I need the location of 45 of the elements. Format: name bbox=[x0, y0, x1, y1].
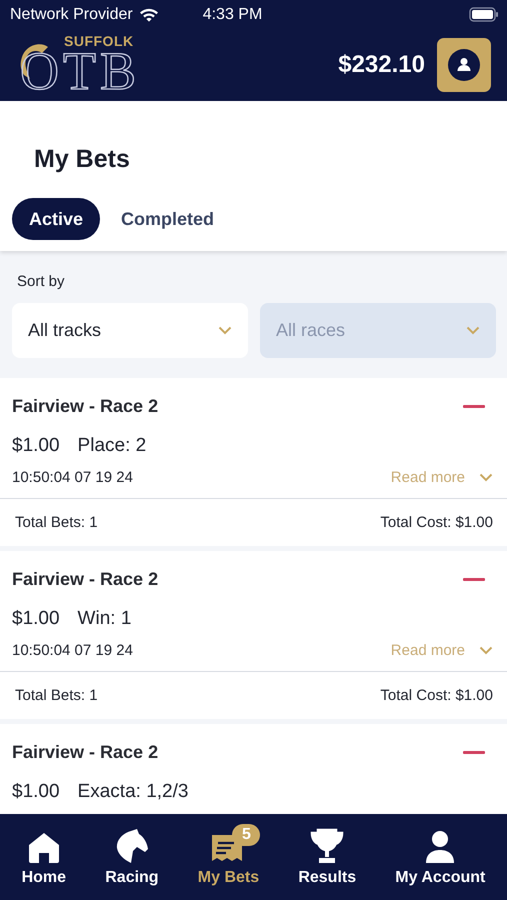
bet-selection: Exacta: 1,2/3 bbox=[78, 781, 188, 803]
total-bets: Total Bets: 1 bbox=[15, 687, 98, 704]
clock-time: 4:33 PM bbox=[202, 6, 262, 24]
tab[interactable]: Active bbox=[12, 198, 100, 240]
chevron-icon bbox=[218, 326, 232, 335]
account-balance: $232.10 bbox=[338, 51, 425, 79]
horse-head-icon bbox=[114, 828, 149, 864]
person-icon bbox=[425, 830, 456, 864]
wifi-icon bbox=[138, 7, 159, 22]
chevron-icon bbox=[479, 473, 493, 482]
nav-item[interactable]: 5 My Bets bbox=[198, 814, 260, 900]
bet-time: 10:50:04 07 19 24 bbox=[12, 642, 133, 659]
nav-item[interactable]: Results bbox=[298, 814, 356, 900]
bet-amount: $1.00 bbox=[12, 435, 60, 457]
tab[interactable]: Completed bbox=[104, 198, 232, 240]
trophy-icon bbox=[309, 828, 346, 864]
collapse-icon[interactable] bbox=[463, 405, 485, 408]
nav-item[interactable]: My Account bbox=[395, 814, 486, 900]
collapse-icon[interactable] bbox=[463, 751, 485, 754]
collapse-icon[interactable] bbox=[463, 578, 485, 581]
bet-selection: Win: 1 bbox=[78, 608, 132, 630]
bet-amount: $1.00 bbox=[12, 781, 60, 803]
nav-item[interactable]: Home bbox=[22, 814, 66, 900]
race-name: Fairview - Race 2 bbox=[12, 396, 158, 417]
bet-amount: $1.00 bbox=[12, 608, 60, 630]
sort-label: Sort by bbox=[17, 273, 66, 290]
page-title: My Bets bbox=[34, 145, 131, 174]
total-bets: Total Bets: 1 bbox=[15, 514, 98, 531]
battery-icon bbox=[469, 7, 499, 22]
bet-selection: Place: 2 bbox=[78, 435, 146, 457]
home-icon bbox=[26, 832, 61, 864]
chevron-icon bbox=[466, 326, 480, 335]
bet-time: 10:50:04 07 19 24 bbox=[12, 469, 133, 486]
account-button[interactable] bbox=[437, 38, 491, 92]
chevron-icon bbox=[479, 646, 493, 655]
race-name: Fairview - Race 2 bbox=[12, 569, 158, 590]
carrier-name: Network Provider bbox=[10, 6, 133, 24]
race-name: Fairview - Race 2 bbox=[12, 742, 158, 763]
nav-item[interactable]: Racing bbox=[105, 814, 159, 900]
total-cost: Total Cost: $1.00 bbox=[380, 514, 493, 531]
total-cost: Total Cost: $1.00 bbox=[380, 687, 493, 704]
user-icon bbox=[448, 49, 480, 81]
logo: SUFFOLK OTB bbox=[16, 31, 140, 93]
count-badge: 5 bbox=[232, 824, 260, 846]
dropdown[interactable]: All tracks bbox=[12, 303, 248, 358]
